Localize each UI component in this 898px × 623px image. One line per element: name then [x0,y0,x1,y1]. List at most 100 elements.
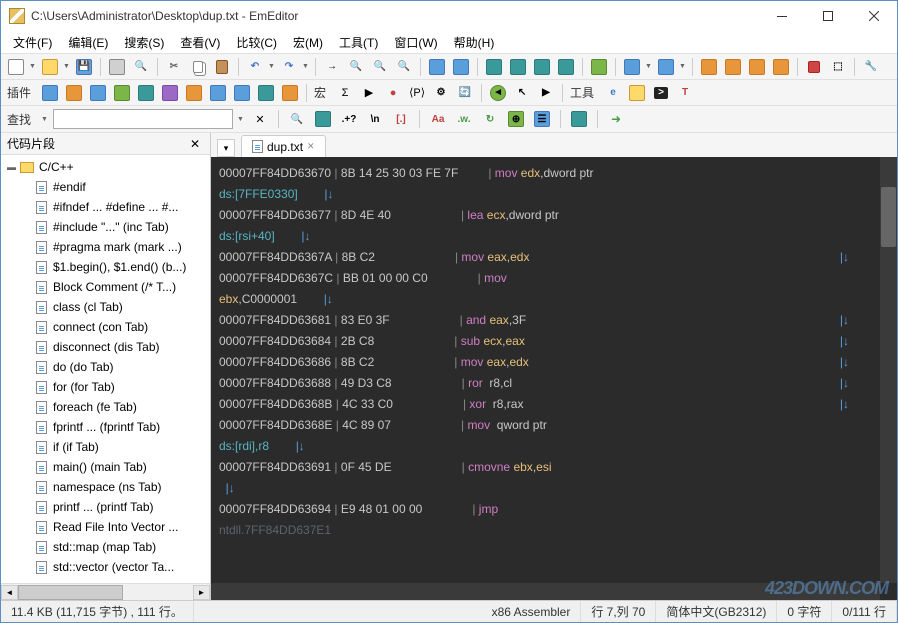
menu-item-0[interactable]: 文件(F) [5,32,60,53]
maximize-button[interactable] [805,1,851,31]
paste-button[interactable] [211,56,233,78]
snippet-item[interactable]: do (do Tab) [1,357,210,377]
menu-item-2[interactable]: 搜索(S) [116,32,172,53]
plugin-5[interactable] [135,82,157,104]
tool-d[interactable] [507,56,529,78]
find-bookmark[interactable] [568,108,590,130]
snippet-item[interactable]: connect (con Tab) [1,317,210,337]
tool-n[interactable]: ⬚ [827,56,849,78]
menu-item-3[interactable]: 查看(V) [172,32,228,53]
search-input[interactable] [53,109,233,129]
plugin-7[interactable] [183,82,205,104]
macro-t2[interactable]: ⚙ [430,82,452,104]
find-go[interactable]: ➜ [605,108,627,130]
menu-item-1[interactable]: 编辑(E) [60,32,116,53]
tool-k[interactable] [722,56,744,78]
cut-button[interactable]: ✂ [163,56,185,78]
snippet-item[interactable]: printf ... (printf Tab) [1,497,210,517]
nav-fwd[interactable]: ▶ [535,82,557,104]
snippet-item[interactable]: main() (main Tab) [1,457,210,477]
menu-item-8[interactable]: 帮助(H) [446,32,503,53]
status-lang[interactable]: x86 Assembler [482,601,582,622]
plugin-4[interactable] [111,82,133,104]
doc-list-button[interactable]: ▾ [217,139,235,157]
snippet-item[interactable]: foreach (fe Tab) [1,397,210,417]
code-editor[interactable]: 00007FF84DD63670 | 8B 14 25 30 03 FE 7F … [211,157,897,600]
copy-button[interactable] [187,56,209,78]
plugin-11[interactable] [279,82,301,104]
tool-f[interactable] [555,56,577,78]
sidebar-scrollbar[interactable]: ◄ ► [1,583,210,600]
plugin-9[interactable] [231,82,253,104]
tool-o[interactable]: 🔧 [860,56,882,78]
find-case[interactable]: Aa [427,108,449,130]
snippet-item[interactable]: disconnect (dis Tab) [1,337,210,357]
plugin-6[interactable] [159,82,181,104]
tool-j[interactable] [698,56,720,78]
open-button[interactable] [39,56,61,78]
find-inc[interactable]: ⊕ [505,108,527,130]
collapse-icon[interactable]: ▬ [7,162,19,172]
tool-b[interactable] [450,56,472,78]
tool-a[interactable] [426,56,448,78]
menu-item-5[interactable]: 宏(M) [285,32,331,53]
find-all[interactable] [312,108,334,130]
print-button[interactable] [106,56,128,78]
tools-cmd[interactable]: > [650,82,672,104]
tools-ie[interactable]: e [602,82,624,104]
macro-play[interactable]: ▶ [358,82,380,104]
replace-button[interactable]: 🔍 [393,56,415,78]
nav-back[interactable]: ◄ [487,82,509,104]
find-wrap[interactable]: ↻ [479,108,501,130]
tool-i[interactable] [655,56,677,78]
find-word[interactable]: .w. [453,108,475,130]
snippet-item[interactable]: if (if Tab) [1,437,210,457]
undo-button[interactable]: ↶ [244,56,266,78]
goto-button[interactable]: → [321,56,343,78]
tab-dup-txt[interactable]: dup.txt ✕ [241,135,326,157]
editor-vscrollbar[interactable] [880,157,897,583]
snippet-item[interactable]: std::vector (vector Ta... [1,557,210,577]
snippet-item[interactable]: #pragma mark (mark ...) [1,237,210,257]
menu-item-4[interactable]: 比较(C) [228,32,285,53]
print-preview-button[interactable]: 🔍 [130,56,152,78]
tool-e[interactable] [531,56,553,78]
snippet-item[interactable]: namespace (ns Tab) [1,477,210,497]
snippet-item[interactable]: std::map (map Tab) [1,537,210,557]
close-button[interactable] [851,1,897,31]
tool-c[interactable] [483,56,505,78]
snippet-item[interactable]: #endif [1,177,210,197]
find-close[interactable]: ✕ [249,108,271,130]
snippet-item[interactable]: class (cl Tab) [1,297,210,317]
find-opt1[interactable]: .+? [338,108,360,130]
sidebar-close-icon[interactable]: ✕ [186,137,204,151]
plugin-1[interactable] [39,82,61,104]
tool-g[interactable] [588,56,610,78]
find-next-button[interactable]: 🔍 [369,56,391,78]
plugin-8[interactable] [207,82,229,104]
find-prev[interactable]: 🔍 [286,108,308,130]
tools-t[interactable]: T [674,82,696,104]
tab-close-icon[interactable]: ✕ [307,141,315,152]
macro-rec[interactable]: ● [382,82,404,104]
macro-t1[interactable]: ⟨P⟩ [406,82,428,104]
plugin-3[interactable] [87,82,109,104]
menu-item-7[interactable]: 窗口(W) [386,32,445,53]
find-list[interactable]: ☰ [531,108,553,130]
plugin-2[interactable] [63,82,85,104]
redo-button[interactable]: ↷ [278,56,300,78]
snippet-item[interactable]: $1.begin(), $1.end() (b...) [1,257,210,277]
tool-m[interactable] [770,56,792,78]
macro-sigma[interactable]: Σ [334,82,356,104]
macro-t3[interactable]: 🔄 [454,82,476,104]
snippet-item[interactable]: for (for Tab) [1,377,210,397]
find-opt3[interactable]: [.] [390,108,412,130]
snippet-item[interactable]: Block Comment (/* T...) [1,277,210,297]
snippet-item[interactable]: #include "..." (inc Tab) [1,217,210,237]
save-button[interactable]: 💾 [73,56,95,78]
find-button[interactable]: 🔍 [345,56,367,78]
snippet-item[interactable]: #ifndef ... #define ... #... [1,197,210,217]
nav-cursor[interactable]: ↖ [511,82,533,104]
tools-explorer[interactable] [626,82,648,104]
new-button[interactable] [5,56,27,78]
